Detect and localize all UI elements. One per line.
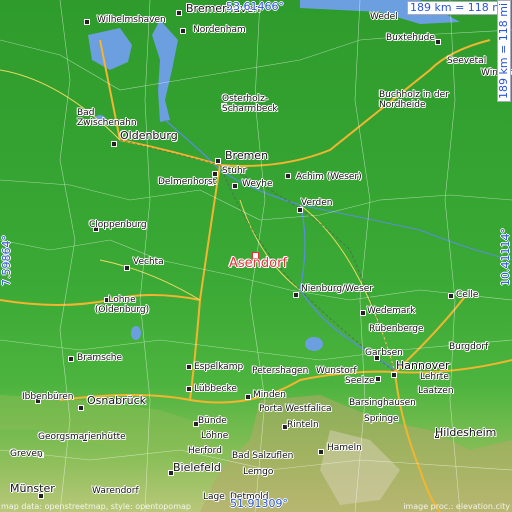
image-attribution: image proc.: elevation.city — [403, 502, 510, 511]
place-label: Hildesheim — [435, 426, 497, 439]
city-dot — [78, 405, 84, 411]
place-label: Nordenham — [193, 25, 246, 35]
city-dot — [124, 265, 130, 271]
place-label: Porta Westfalica — [259, 404, 332, 414]
city-dot — [68, 356, 74, 362]
place-label: Laatzen — [418, 386, 454, 396]
city-dot — [448, 293, 454, 299]
place-label: Vechta — [133, 257, 164, 267]
city-dot — [186, 364, 192, 370]
place-label: Warendorf — [92, 486, 139, 496]
longitude-left-label: 7.59864° — [0, 235, 13, 286]
place-label: Lemgo — [243, 467, 274, 477]
place-label: Barsinghausen — [349, 398, 416, 408]
place-label: Garbsen — [365, 348, 403, 358]
place-label: Osnabrück — [87, 394, 146, 407]
place-label: Weyhe — [242, 179, 273, 189]
city-dot — [285, 173, 291, 179]
place-label: Lübbecke — [194, 384, 237, 394]
city-dot — [176, 10, 182, 16]
place-label: Ibbenbüren — [22, 392, 74, 402]
city-dot — [435, 39, 441, 45]
place-label: Celle — [456, 290, 479, 300]
steinhuder-meer — [305, 337, 323, 351]
place-label: Buchholz in der Nordheide — [379, 90, 449, 110]
place-label: Minden — [253, 390, 286, 400]
place-label: Greven — [10, 449, 43, 459]
city-dot — [84, 19, 90, 25]
city-dot — [293, 292, 299, 298]
place-label: Rinteln — [287, 420, 319, 430]
place-label: Nienburg/Weser — [301, 284, 374, 294]
map-attribution: map data: openstreetmap, style: opentopo… — [1, 502, 191, 511]
place-label: Osterholz-Scharmbeck — [222, 94, 278, 114]
place-label: Wedel — [370, 12, 398, 22]
place-label: Lage — [203, 492, 225, 502]
scale-top: 189 km = 118 mi — [407, 1, 510, 15]
topographic-map[interactable]: Wilhelmshaven Bremerhaven Wedel Nordenha… — [0, 0, 512, 512]
place-label: Hannover — [396, 359, 450, 372]
place-label: Oldenburg — [120, 129, 178, 142]
place-label: Cloppenburg — [89, 220, 147, 230]
place-label: Bramsche — [77, 353, 123, 363]
city-dot — [360, 310, 366, 316]
latitude-top-label: 53.61466° — [226, 0, 284, 13]
place-label: Bad Zwischenahn — [77, 108, 137, 128]
place-label: Herford — [188, 446, 222, 456]
place-label: Münster — [10, 482, 55, 495]
place-label: Petershagen — [252, 366, 309, 376]
place-label: Bremen — [225, 149, 269, 162]
place-label: Wunstorf — [316, 366, 357, 376]
place-label: Espelkamp — [194, 362, 244, 372]
place-label: Seelze — [345, 376, 375, 386]
city-dot — [186, 386, 192, 392]
city-dot — [111, 141, 117, 147]
place-label: Buxtehude — [386, 33, 435, 43]
place-label: Wedemark — [367, 306, 416, 316]
place-label: Delmenhorst — [158, 177, 217, 187]
city-dot — [245, 394, 251, 400]
city-dot — [232, 183, 238, 189]
place-label: Bad Salzuflen — [232, 451, 294, 461]
city-dot — [180, 28, 186, 34]
place-label: Burgdorf — [449, 342, 489, 352]
place-label: Rübenberge — [369, 324, 424, 334]
place-label: Georgsmarienhütte — [38, 432, 126, 442]
city-dot — [215, 158, 221, 164]
latitude-bottom-label: 51.91309° — [230, 497, 288, 510]
longitude-right-label: 10.41114° — [499, 228, 512, 286]
highlighted-place-label: Asendorf — [229, 256, 288, 271]
place-label: Lehrte — [420, 372, 449, 382]
dummer-lake — [131, 326, 141, 340]
place-label: Bünde — [198, 416, 227, 426]
city-dot — [318, 449, 324, 455]
city-dot — [391, 372, 397, 378]
place-label: Löhne — [201, 431, 229, 441]
place-label: Hameln — [327, 443, 362, 453]
place-label: Seevetal — [447, 56, 487, 66]
scale-right: 189 km = 118 mi — [497, 0, 511, 102]
place-label: Springe — [364, 414, 399, 424]
city-dot — [375, 376, 381, 382]
place-label: Achim (Weser) — [296, 172, 362, 182]
place-label: Verden — [301, 198, 333, 208]
place-label: Bielefeld — [173, 461, 221, 474]
place-label: Lohne (Oldenburg) — [94, 295, 150, 315]
place-label: Stuhr — [222, 166, 247, 176]
place-label: Wilhelmshaven — [97, 15, 166, 25]
